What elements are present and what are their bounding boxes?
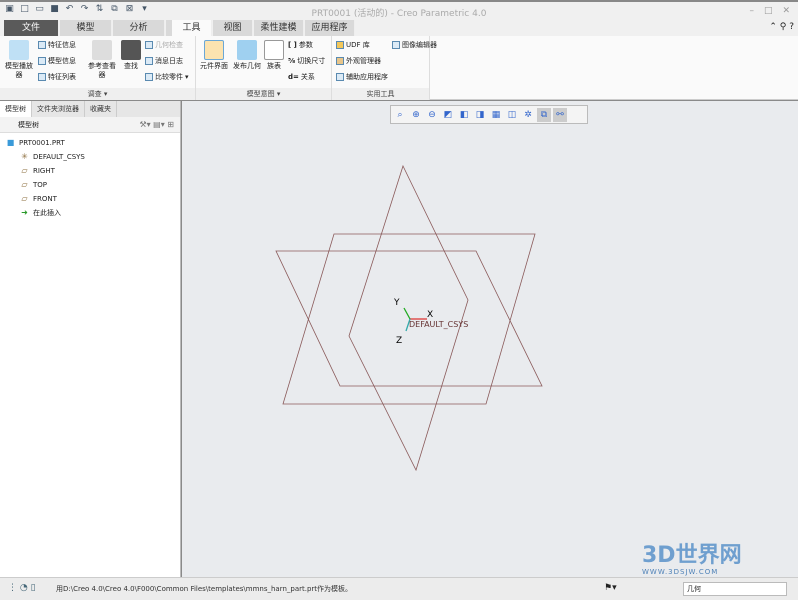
watermark-text: 3D世界网 bbox=[642, 543, 742, 568]
model-player-button[interactable]: 模型播放器 bbox=[4, 40, 34, 80]
tree-item-top[interactable]: ▱ TOP bbox=[0, 178, 180, 192]
tab-view[interactable]: 视图 bbox=[213, 20, 253, 36]
tree-item-csys[interactable]: ✳ DEFAULT_CSYS bbox=[0, 150, 180, 164]
tree-item-part[interactable]: ■ PRT0001.PRT bbox=[0, 136, 180, 150]
tab-flexible-modeling[interactable]: 柔性建模 bbox=[254, 20, 304, 36]
datum-plane-icon: ▱ bbox=[21, 194, 28, 203]
reference-viewer-button[interactable]: 参考查看器 bbox=[86, 40, 118, 80]
datum-plane-top bbox=[282, 233, 536, 405]
compare-part-button[interactable]: 比较零件 ▾ bbox=[145, 72, 189, 82]
tab-tools[interactable]: 工具 bbox=[172, 20, 212, 36]
group-investigate: 模型播放器 特征信息 模型信息 特征列表 参考查看器 查找 几何检查 消息日志 … bbox=[0, 36, 196, 100]
component-interface-icon bbox=[204, 40, 224, 60]
watermark-url: WWW.3DSJW.COM bbox=[642, 568, 719, 576]
tree-item-right[interactable]: ▱ RIGHT bbox=[0, 164, 180, 178]
feature-info-button[interactable]: 特征信息 bbox=[38, 40, 76, 50]
find-button[interactable]: 查找 bbox=[120, 40, 142, 71]
csys-label: DEFAULT_CSYS bbox=[409, 320, 468, 329]
title-bar: ▣ □ ▭ ■ ↶ ↷ ⇅ ⧉ ⊠ ▾ PRT0001 (活动的) - Creo… bbox=[0, 0, 798, 20]
window-title: PRT0001 (活动的) - Creo Parametric 4.0 bbox=[311, 9, 487, 19]
minimize-icon[interactable]: – bbox=[749, 6, 754, 16]
tab-favorites[interactable]: 收藏夹 bbox=[85, 101, 117, 117]
insert-arrow-icon: ➜ bbox=[21, 208, 28, 217]
panel-header: 模型树 bbox=[18, 121, 39, 129]
family-table-button[interactable]: 族表 bbox=[264, 40, 284, 71]
chain-link-icon bbox=[92, 40, 112, 60]
tab-model-tree[interactable]: 模型树 bbox=[0, 101, 32, 117]
model-tree-panel: 模型树 文件夹浏览器 收藏夹 模型树 ⚒▾ ▤▾ ⊞ ■ PRT0001.PRT ✳… bbox=[0, 101, 181, 577]
udf-library-button[interactable]: UDF 库 bbox=[336, 40, 370, 50]
feature-list-button[interactable]: 特征列表 bbox=[38, 72, 76, 82]
group-label[interactable]: 模型意图 ▾ bbox=[196, 88, 331, 100]
y-axis bbox=[403, 307, 411, 320]
message-area: 用D:\Creo 4.0\Creo 4.0\F000\Common Files\… bbox=[56, 585, 353, 593]
tab-applications[interactable]: 应用程序 bbox=[305, 20, 355, 36]
csys-icon: ✳ bbox=[21, 152, 28, 161]
y-label: Y bbox=[393, 298, 400, 308]
help-icons[interactable]: ⌃ ⚲ ? bbox=[769, 22, 794, 32]
tab-folder-browser[interactable]: 文件夹浏览器 bbox=[32, 101, 85, 117]
maximize-icon[interactable]: □ bbox=[764, 6, 773, 16]
model-view: X Y Z DEFAULT_CSYS bbox=[275, 164, 543, 472]
tab-model[interactable]: 模型 bbox=[60, 20, 112, 36]
watermark-logo: 3D世界网 WWW.3DSJW.COM bbox=[642, 544, 742, 577]
parameters-button[interactable]: [ ] 参数 bbox=[288, 40, 313, 50]
switch-dimensions-button[interactable]: ⅝ 切换尺寸 bbox=[288, 56, 325, 66]
publish-geometry-icon bbox=[237, 40, 257, 60]
selection-filter[interactable]: 几何 bbox=[683, 582, 787, 596]
tab-analysis[interactable]: 分析 bbox=[113, 20, 165, 36]
auxiliary-apps-button[interactable]: 辅助应用程序 bbox=[336, 72, 388, 82]
status-icons[interactable]: ⋮ ◔ ▯ bbox=[8, 583, 36, 593]
component-interface-button[interactable]: 元件界面 bbox=[199, 40, 229, 71]
model-info-button[interactable]: 模型信息 bbox=[38, 56, 76, 66]
graphics-area[interactable]: ⌕ ⊕ ⊖ ◩ ◧ ◨ ▦ ◫ ✲ ⧉ ⚯ X Y Z DEFAULT_CSYS bbox=[182, 101, 798, 577]
datum-plane-icon: ▱ bbox=[21, 166, 28, 175]
message-log-button[interactable]: 消息日志 bbox=[145, 56, 183, 66]
tab-file[interactable]: 文件 bbox=[4, 20, 59, 36]
model-tree: ■ PRT0001.PRT ✳ DEFAULT_CSYS ▱ RIGHT ▱ TOP ▱… bbox=[0, 133, 180, 220]
binoculars-icon bbox=[121, 40, 141, 60]
model-player-icon bbox=[9, 40, 29, 60]
group-model-intent: 元件界面 发布几何 族表 [ ] 参数 ⅝ 切换尺寸 d= 关系 模型意图 ▾ bbox=[196, 36, 332, 100]
relations-button[interactable]: d= 关系 bbox=[288, 72, 315, 82]
appearance-manager-button[interactable]: 外观管理器 bbox=[336, 56, 381, 66]
z-label: Z bbox=[396, 336, 402, 346]
table-icon bbox=[264, 40, 284, 60]
close-icon[interactable]: ✕ bbox=[782, 6, 790, 16]
datum-plane-icon: ▱ bbox=[21, 180, 28, 189]
group-label[interactable]: 调查 ▾ bbox=[0, 88, 195, 100]
datum-plane-right bbox=[348, 164, 469, 472]
x-label: X bbox=[427, 310, 433, 320]
tree-item-front[interactable]: ▱ FRONT bbox=[0, 192, 180, 206]
ribbon: 模型播放器 特征信息 模型信息 特征列表 参考查看器 查找 几何检查 消息日志 … bbox=[0, 36, 798, 100]
image-editor-button[interactable]: 图像编辑器 bbox=[392, 40, 437, 50]
part-icon: ■ bbox=[6, 138, 15, 147]
tree-item-insert-here[interactable]: ➜ 在此插入 bbox=[0, 206, 180, 220]
geometry-check-button[interactable]: 几何检查 bbox=[145, 40, 183, 50]
tree-settings-icon[interactable]: ⚒▾ ▤▾ ⊞ bbox=[139, 117, 174, 133]
status-bar: ⋮ ◔ ▯ 用D:\Creo 4.0\Creo 4.0\F000\Common … bbox=[0, 577, 798, 600]
smart-select-icon[interactable]: ⚑▾ bbox=[604, 583, 617, 593]
group-label: 实用工具 bbox=[332, 88, 429, 100]
publish-geometry-button[interactable]: 发布几何 bbox=[232, 40, 262, 71]
ribbon-tabs: 文件 模型 分析 注释 工具 视图 柔性建模 应用程序 ⌃ ⚲ ? bbox=[0, 20, 798, 36]
group-utilities: UDF 库 外观管理器 辅助应用程序 图像编辑器 实用工具 bbox=[332, 36, 437, 100]
